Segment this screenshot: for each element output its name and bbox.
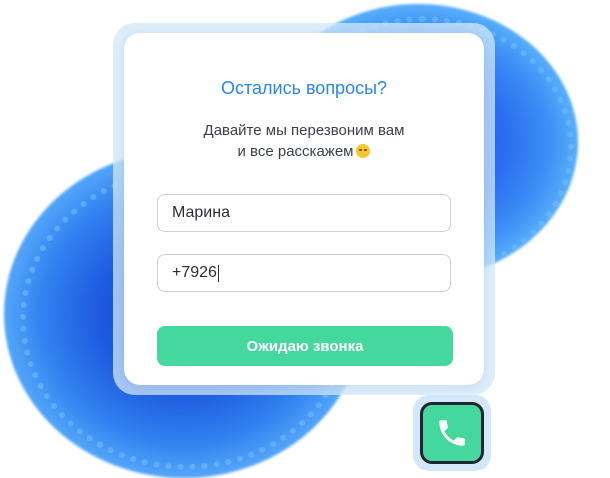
call-button[interactable] <box>420 402 484 464</box>
name-input-value: Марина <box>172 204 230 221</box>
phone-icon <box>439 420 465 446</box>
submit-button-label: Ожидаю звонка <box>246 337 364 355</box>
form-subtitle: Давайте мы перезвоним вам и все расскаже… <box>124 120 484 162</box>
submit-button[interactable]: Ожидаю звонка <box>157 326 453 366</box>
winking-face-icon <box>356 144 371 158</box>
subtitle-line-1: Давайте мы перезвоним вам <box>203 122 405 139</box>
callback-form-card: Остались вопросы? Давайте мы перезвоним … <box>124 33 484 385</box>
subtitle-line-2: и все расскажем <box>124 141 484 162</box>
form-title: Остались вопросы? <box>220 78 388 98</box>
text-caret <box>217 264 219 282</box>
phone-input[interactable]: +7926 <box>157 254 451 292</box>
phone-input-value: +7926 <box>172 264 217 281</box>
name-input[interactable]: Марина <box>157 194 451 232</box>
